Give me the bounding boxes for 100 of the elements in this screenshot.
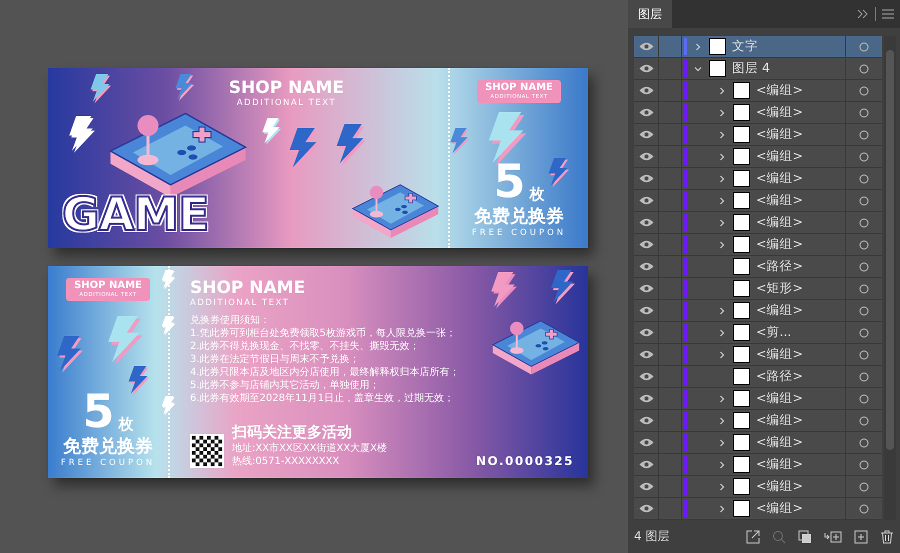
eye-icon[interactable] — [638, 438, 654, 447]
target-icon[interactable] — [859, 240, 869, 250]
eye-icon[interactable] — [638, 42, 654, 51]
chevron-icon[interactable] — [718, 152, 726, 160]
eye-icon[interactable] — [638, 196, 654, 205]
eye-icon[interactable] — [638, 240, 654, 249]
layer-row[interactable]: <编组> — [634, 168, 882, 190]
target-icon[interactable] — [859, 64, 869, 74]
eye-icon[interactable] — [638, 86, 654, 95]
chevron-icon[interactable] — [718, 306, 726, 314]
target-icon[interactable] — [859, 306, 869, 316]
chevron-icon[interactable] — [718, 218, 726, 226]
layer-row[interactable]: <编组> — [634, 146, 882, 168]
layer-row[interactable]: 文字 — [634, 36, 882, 58]
layer-row[interactable]: <编组> — [634, 300, 882, 322]
target-icon[interactable] — [859, 196, 869, 206]
trash-icon[interactable] — [880, 530, 894, 544]
target-icon[interactable] — [859, 152, 869, 162]
chevron-icon[interactable] — [718, 416, 726, 424]
eye-icon[interactable] — [638, 64, 654, 73]
target-icon[interactable] — [859, 262, 869, 272]
eye-icon[interactable] — [638, 394, 654, 403]
chevron-icon[interactable] — [718, 350, 726, 358]
layer-row[interactable]: <路径> — [634, 366, 882, 388]
layer-row[interactable]: <编组> — [634, 212, 882, 234]
rule-text: 1.凭此券可到柜台处免费领取5枚游戏币，每人限兑换一张； — [190, 327, 456, 340]
layer-row[interactable]: <矩形> — [634, 278, 882, 300]
layer-row[interactable]: <编组> — [634, 410, 882, 432]
eye-icon[interactable] — [638, 108, 654, 117]
eye-icon[interactable] — [638, 262, 654, 271]
target-icon[interactable] — [859, 328, 869, 338]
panel-tab[interactable]: 图层 — [628, 0, 672, 28]
layer-row[interactable]: <编组> — [634, 388, 882, 410]
eye-icon[interactable] — [638, 130, 654, 139]
layer-row[interactable]: <编组> — [634, 454, 882, 476]
chevron-icon[interactable] — [718, 394, 726, 402]
layer-row[interactable]: <编组> — [634, 344, 882, 366]
chevron-icon[interactable] — [718, 86, 726, 94]
target-icon[interactable] — [859, 394, 869, 404]
layer-thumbnail — [733, 192, 750, 209]
menu-icon[interactable] — [882, 9, 894, 19]
chevron-icon[interactable] — [718, 504, 726, 512]
target-icon[interactable] — [859, 460, 869, 470]
clip-mask-icon[interactable] — [798, 530, 812, 544]
target-icon[interactable] — [859, 372, 869, 382]
target-icon[interactable] — [859, 438, 869, 448]
chevron-icon[interactable] — [694, 42, 702, 50]
target-icon[interactable] — [859, 350, 869, 360]
rule-text: 3.此券在法定节假日与周末不予兑换； — [190, 353, 360, 366]
target-icon[interactable] — [859, 42, 869, 52]
chevron-icon[interactable] — [694, 64, 702, 72]
target-icon[interactable] — [859, 174, 869, 184]
lightning-icon — [173, 74, 195, 102]
chevron-icon[interactable] — [718, 130, 726, 138]
eye-icon[interactable] — [638, 152, 654, 161]
eye-icon[interactable] — [638, 482, 654, 491]
eye-icon[interactable] — [638, 284, 654, 293]
coupon-unit: 枚 — [530, 184, 544, 204]
target-icon[interactable] — [859, 218, 869, 228]
layer-row[interactable]: <编组> — [634, 102, 882, 124]
target-icon[interactable] — [859, 108, 869, 118]
layer-row[interactable]: <路径> — [634, 256, 882, 278]
target-icon[interactable] — [859, 504, 869, 514]
new-layer-icon[interactable] — [854, 530, 868, 544]
new-sublayer-icon[interactable] — [824, 530, 842, 544]
target-icon[interactable] — [859, 284, 869, 294]
layer-row[interactable]: 图层 4 — [634, 58, 882, 80]
eye-icon[interactable] — [638, 372, 654, 381]
eye-icon[interactable] — [638, 328, 654, 337]
chevron-icon[interactable] — [718, 460, 726, 468]
target-icon[interactable] — [859, 482, 869, 492]
chevron-icon[interactable] — [718, 482, 726, 490]
layer-thumbnail — [733, 412, 750, 429]
target-icon[interactable] — [859, 130, 869, 140]
eye-icon[interactable] — [638, 416, 654, 425]
chevron-icon[interactable] — [718, 108, 726, 116]
target-icon[interactable] — [859, 86, 869, 96]
chevron-icon[interactable] — [718, 438, 726, 446]
chevron-icon[interactable] — [718, 174, 726, 182]
layer-row[interactable]: <编组> — [634, 190, 882, 212]
eye-icon[interactable] — [638, 460, 654, 469]
chevron-icon[interactable] — [718, 196, 726, 204]
eye-icon[interactable] — [638, 218, 654, 227]
layer-row[interactable]: <剪... — [634, 322, 882, 344]
eye-icon[interactable] — [638, 306, 654, 315]
layer-row[interactable]: <编组> — [634, 80, 882, 102]
chevron-icon[interactable] — [718, 240, 726, 248]
eye-icon[interactable] — [638, 174, 654, 183]
collapse-icon[interactable] — [857, 9, 869, 19]
scrollbar[interactable] — [884, 36, 896, 520]
chevron-icon[interactable] — [718, 328, 726, 336]
eye-icon[interactable] — [638, 350, 654, 359]
layer-row[interactable]: <编组> — [634, 124, 882, 146]
layer-row[interactable]: <编组> — [634, 476, 882, 498]
layer-name: <矩形> — [756, 280, 804, 297]
layer-row[interactable]: <编组> — [634, 234, 882, 256]
export-icon[interactable] — [746, 530, 760, 544]
eye-icon[interactable] — [638, 504, 654, 513]
target-icon[interactable] — [859, 416, 869, 426]
layer-row[interactable]: <编组> — [634, 432, 882, 454]
